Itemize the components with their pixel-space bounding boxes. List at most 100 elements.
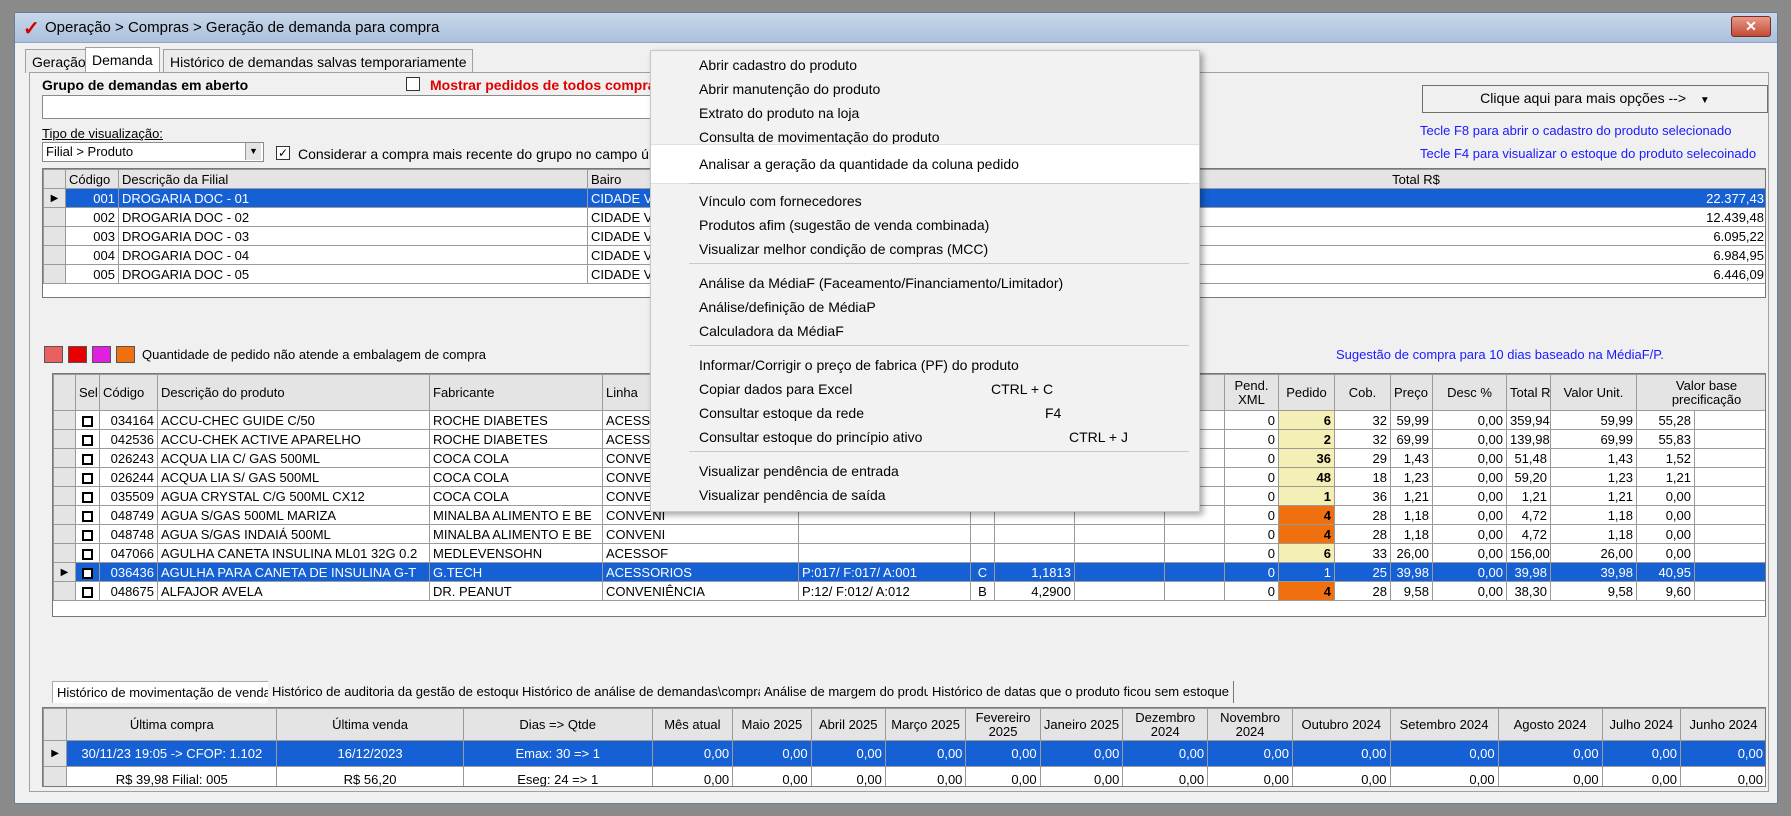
row-pointer-icon: ▶ [53,562,76,582]
col-desc-pct: Desc % [1432,374,1507,411]
app-check-icon: ✓ [23,18,40,40]
col-history-3: Dias => Qtde [462,708,653,741]
col-history-6: Abril 2025 [810,708,886,741]
menu-item-10[interactable]: Análise/definição de MédiaP [651,295,1199,319]
tab-history-4[interactable]: Análise de margem do produto [760,681,947,703]
menu-item-5[interactable]: Analisar a geração da quantidade da colu… [651,144,1199,184]
row-checkbox[interactable] [82,548,93,560]
group-field[interactable] [42,95,662,119]
menu-item-9[interactable]: Análise da MédiaF (Faceamento/Financiame… [651,271,1199,295]
tab-demanda[interactable]: Demanda [85,47,160,73]
table-row[interactable]: ▶ 036436 AGULHA PARA CANETA DE INSULINA G-… [53,562,1765,582]
legend-color-3 [92,346,111,363]
col-preco: Preço R$ [1390,374,1433,411]
col-valor-unit: Valor Unit. [1550,374,1637,411]
close-icon[interactable]: ✕ [1731,16,1771,37]
show-all-checkbox[interactable] [406,77,420,91]
hint-f4: Tecle F4 para visualizar o estoque do pr… [1420,146,1757,161]
menu-item-2[interactable]: Abrir manutenção do produto [651,77,1199,101]
menu-item-14[interactable]: Consultar estoque da rede F4 [651,401,1199,425]
col-branch-desc: Descrição da Filial [118,169,588,189]
table-row[interactable]: ▶ 30/11/23 19:05 -> CFOP: 1.102 16/12/2023… [43,740,1765,767]
menu-separator [689,451,1189,452]
row-checkbox[interactable] [82,586,93,598]
col-history-16: Junho 2024 [1680,708,1765,741]
row-checkbox[interactable] [82,567,93,579]
col-history-1: Última compra [66,708,278,741]
row-pointer-icon: ▶ [43,740,68,767]
menu-item-6[interactable]: Vínculo com fornecedores [651,189,1199,213]
view-type-select[interactable]: Filial > Produto ▼ [42,142,264,162]
col-pedido: Pedido [1278,374,1335,411]
col-fab: Fabricante [429,374,603,411]
view-type-value: Filial > Produto [46,144,134,159]
hint-f8: Tecle F8 para abrir o cadastro do produt… [1420,123,1732,138]
col-history-15: Julho 2024 [1601,708,1682,741]
tab-history-5[interactable]: Histórico de datas que o produto ficou s… [928,681,1235,703]
history-table: Última compra Última venda Dias => Qtde Mês… [42,707,1766,787]
consider-checkbox[interactable]: ✓ [276,146,290,160]
menu-item-11[interactable]: Calculadora da MédiaF [651,319,1199,343]
table-row[interactable]: 047066 AGULHA CANETA INSULINA ML01 32G 0.… [53,543,1765,563]
title-bar: ✓ Operação > Compras > Geração de demand… [15,13,1777,43]
col-branch-code: Código [65,169,119,189]
col-history-12: Outubro 2024 [1291,708,1391,741]
row-checkbox[interactable] [82,434,93,446]
col-history-9: Janeiro 2025 [1039,708,1124,741]
col-history-8: Fevereiro 2025 [965,708,1041,741]
tab-history-3[interactable]: Histórico de análise de demandas\compras [518,681,777,703]
menu-shortcut: F4 [1045,405,1062,421]
row-checkbox[interactable] [82,415,93,427]
row-pointer-icon: ▶ [43,188,66,208]
legend-color-1 [44,346,63,363]
col-total: Total R$ [1506,374,1551,411]
col-history-13: Setembro 2024 [1389,708,1499,741]
menu-item-8[interactable]: Visualizar melhor condição de compras (M… [651,237,1199,261]
tab-history-2[interactable]: Histórico de auditoria da gestão de esto… [268,681,528,703]
col-history-7: Março 2025 [884,708,967,741]
menu-item-1[interactable]: Abrir cadastro do produto [651,53,1199,77]
row-checkbox[interactable] [82,510,93,522]
row-checkbox[interactable] [82,491,93,503]
consider-label: Considerar a compra mais recente do grup… [298,146,690,162]
tab-history-1[interactable]: Histórico de movimentação de vendas [52,681,283,703]
table-row[interactable]: 048748 AGUA S/GAS INDAIÁ 500ML MINALBA ALI… [53,524,1765,544]
col-history-11: Novembro 2024 [1207,708,1293,741]
menu-item-3[interactable]: Extrato do produto na loja [651,101,1199,125]
chevron-down-icon[interactable]: ▼ [245,143,261,160]
col-pend-xml: Pend. XML [1224,374,1279,411]
row-checkbox[interactable] [82,472,93,484]
row-checkbox[interactable] [82,529,93,541]
table-row[interactable]: R$ 39,98 Filial: 005 R$ 56,20 Eseg: 24 => … [43,766,1765,786]
menu-item-12[interactable]: Informar/Corrigir o preço de fabrica (PF… [651,353,1199,377]
menu-item-15[interactable]: Consultar estoque do princípio ativo CTRL… [651,425,1199,449]
menu-separator [689,345,1189,346]
col-history-14: Agosto 2024 [1497,708,1603,741]
table-row[interactable]: 048675 ALFAJOR AVELA DR. PEANUT CONVENIÊNCI… [53,581,1765,601]
menu-item-7[interactable]: Produtos afim (sugestão de venda combina… [651,213,1199,237]
show-all-label: Mostrar pedidos de todos compra [430,77,656,93]
tab-geracao[interactable]: Geração [25,49,93,73]
menu-shortcut: CTRL + C [991,381,1054,397]
suggestion-text: Sugestão de compra para 10 dias baseado … [1336,347,1664,362]
row-checkbox[interactable] [82,453,93,465]
menu-separator [689,263,1189,264]
col-code: Código [99,374,158,411]
menu-item-16[interactable]: Visualizar pendência de entrada [651,459,1199,483]
menu-shortcut: CTRL + J [1069,429,1128,445]
col-history-5: Maio 2025 [732,708,812,741]
tab-historico-demandas[interactable]: Histórico de demandas salvas temporariam… [163,49,474,73]
legend-color-2 [68,346,87,363]
menu-separator [689,183,1189,184]
col-cob: Cob. [1334,374,1391,411]
col-valor-base: Valor base precificação [1635,374,1765,411]
context-menu: Abrir cadastro do produto Abrir manutençã… [650,50,1200,512]
window-title: Operação > Compras > Geração de demanda … [45,19,440,36]
col-history-2: Última venda [276,708,464,741]
menu-item-17[interactable]: Visualizar pendência de saída [651,483,1199,507]
col-desc: Descrição do produto [157,374,430,411]
menu-item-13[interactable]: Copiar dados para Excel CTRL + C [651,377,1199,401]
dropdown-arrow-icon: ▼ [1699,95,1710,106]
more-options-button[interactable]: Clique aqui para mais opções --> ▼ [1422,85,1768,113]
view-type-label: Tipo de visualização: [42,126,163,141]
